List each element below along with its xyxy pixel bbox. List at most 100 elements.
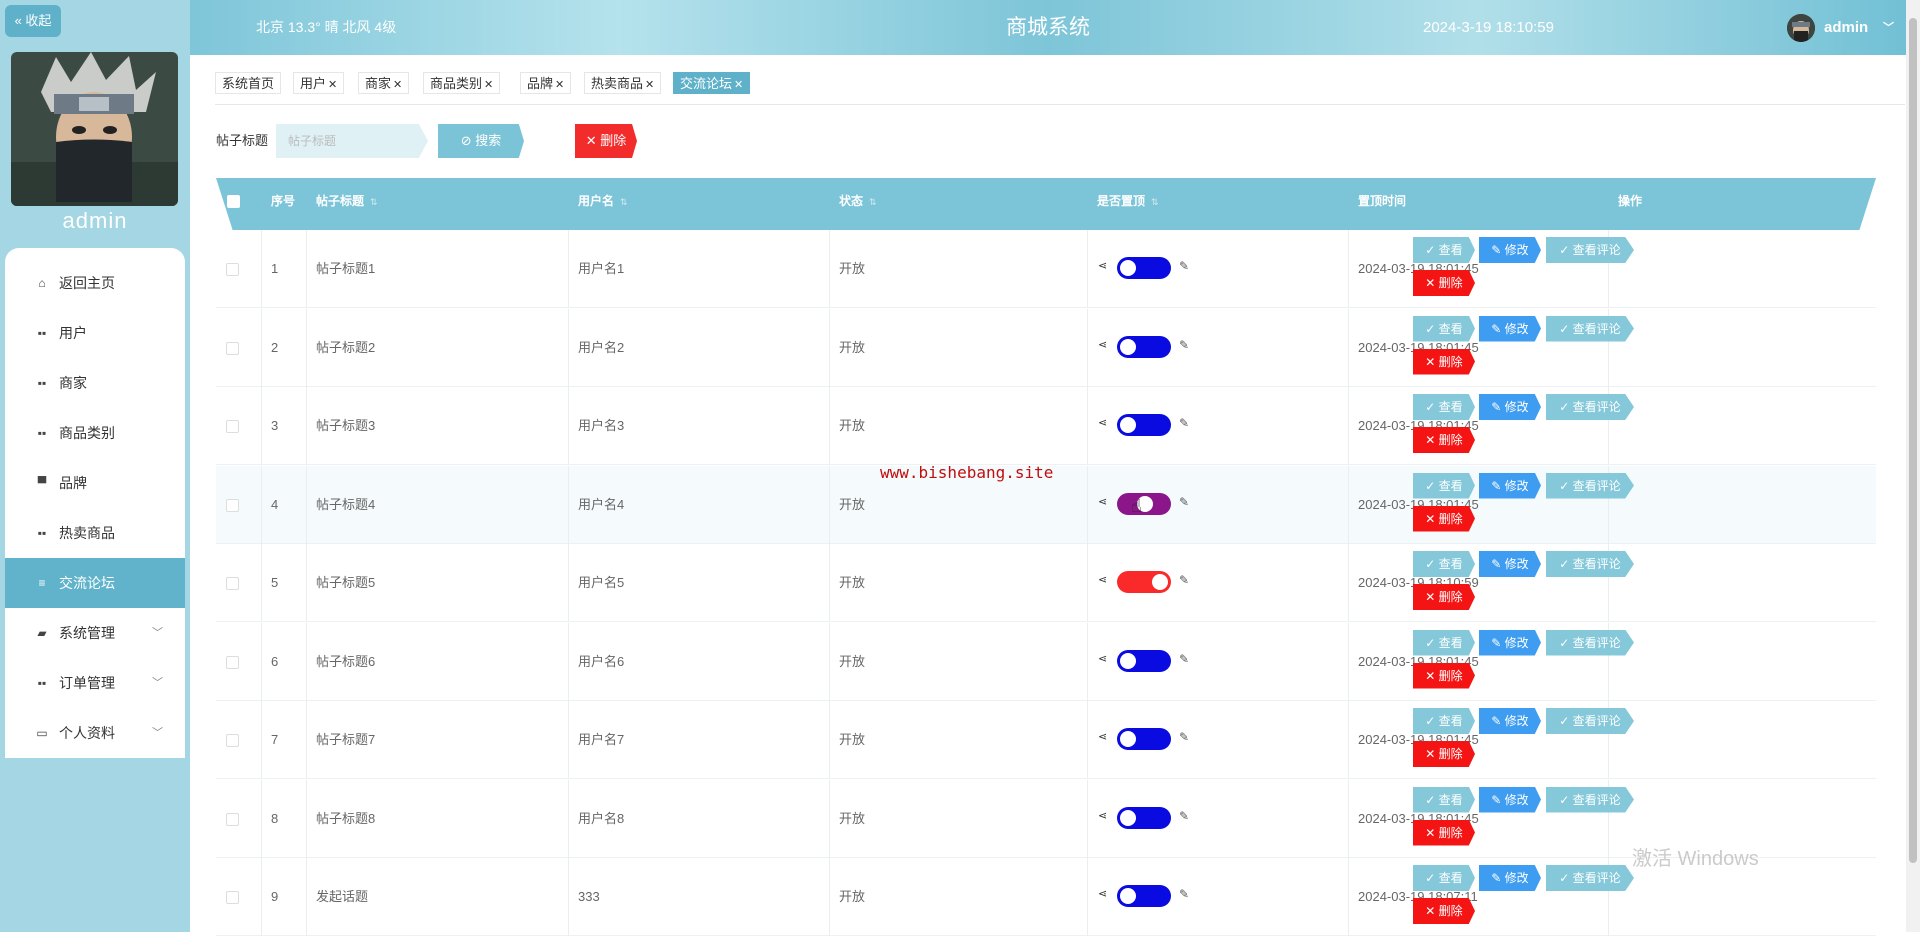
edit-pencil-icon[interactable]: ✎	[1179, 338, 1189, 352]
sidebar-item-brands[interactable]: ▀ 品牌	[5, 458, 185, 508]
batch-delete-button[interactable]: ✕ 删除	[575, 124, 637, 158]
tab-4[interactable]: 品牌 ✕	[520, 72, 572, 94]
edit-pencil-icon[interactable]: ✎	[1179, 809, 1189, 823]
page-scrollbar[interactable]	[1906, 0, 1920, 932]
view-comments-button[interactable]: ✓ 查看评论	[1546, 237, 1634, 263]
pin-toggle[interactable]	[1117, 335, 1171, 358]
row-checkbox[interactable]	[226, 734, 239, 747]
tab-0[interactable]: 系统首页	[215, 72, 282, 94]
row-checkbox[interactable]	[226, 341, 239, 355]
close-icon[interactable]: ✕	[393, 79, 402, 91]
collapse-sidebar-button[interactable]: « 收起	[5, 5, 61, 37]
view-button[interactable]: ✓ 查看	[1413, 629, 1475, 656]
view-comments-button[interactable]: ✓ 查看评论	[1546, 629, 1634, 656]
sidebar-item-system[interactable]: ▰ 系统管理 ﹀	[5, 608, 185, 658]
column-header[interactable]: 是否置顶 ⇅	[1097, 178, 1159, 230]
edit-pencil-icon[interactable]: ✎	[1179, 495, 1189, 509]
view-button[interactable]: ✓ 查看	[1413, 786, 1475, 813]
pin-toggle[interactable]	[1117, 257, 1171, 279]
close-icon[interactable]: ✕	[484, 79, 493, 91]
edit-pencil-icon[interactable]: ✎	[1179, 652, 1189, 666]
sidebar-item-orders[interactable]: ▪▪ 订单管理 ﹀	[5, 658, 185, 708]
view-comments-button[interactable]: ✓ 查看评论	[1546, 708, 1634, 734]
row-checkbox[interactable]	[226, 263, 239, 276]
row-checkbox[interactable]	[226, 498, 239, 512]
pin-toggle[interactable]	[1117, 649, 1171, 672]
close-icon[interactable]: ✕	[328, 79, 337, 91]
column-header[interactable]: 帖子标题 ⇅	[316, 178, 378, 230]
pin-toggle[interactable]	[1117, 571, 1171, 593]
view-comments-button[interactable]: ✓ 查看评论	[1546, 472, 1634, 499]
pin-toggle[interactable]	[1117, 414, 1171, 436]
row-checkbox[interactable]	[226, 655, 239, 669]
view-comments-button[interactable]: ✓ 查看评论	[1546, 786, 1634, 813]
search-button[interactable]: ⊘ 搜索	[438, 124, 524, 158]
close-icon[interactable]: ✕	[645, 79, 654, 91]
view-comments-button[interactable]: ✓ 查看评论	[1546, 551, 1634, 577]
view-button[interactable]: ✓ 查看	[1413, 472, 1475, 499]
sidebar-item-merchants[interactable]: ▪▪ 商家	[5, 358, 185, 408]
pin-toggle[interactable]	[1117, 885, 1171, 907]
delete-button[interactable]: ✕ 删除	[1413, 348, 1475, 375]
close-icon[interactable]: ✕	[734, 79, 743, 91]
edit-pencil-icon[interactable]: ✎	[1179, 573, 1189, 587]
edit-button[interactable]: ✎ 修改	[1479, 786, 1541, 813]
sort-icon[interactable]: ⇅	[869, 197, 877, 207]
pin-toggle[interactable]	[1117, 728, 1171, 750]
edit-pencil-icon[interactable]: ✎	[1179, 887, 1189, 901]
tab-3[interactable]: 商品类别 ✕	[423, 72, 501, 94]
edit-button[interactable]: ✎ 修改	[1479, 708, 1541, 734]
delete-button[interactable]: ✕ 删除	[1413, 819, 1475, 846]
delete-button[interactable]: ✕ 删除	[1413, 505, 1475, 532]
delete-button[interactable]: ✕ 删除	[1413, 662, 1475, 689]
sidebar-item-home[interactable]: ⌂ 返回主页	[5, 258, 185, 308]
view-comments-button[interactable]: ✓ 查看评论	[1546, 315, 1634, 342]
pin-toggle[interactable]	[1117, 806, 1171, 829]
delete-button[interactable]: ✕ 删除	[1413, 270, 1475, 296]
column-header[interactable]: 用户名 ⇅	[578, 178, 628, 230]
sort-icon[interactable]: ⇅	[1151, 197, 1159, 207]
delete-button[interactable]: ✕ 删除	[1413, 898, 1475, 924]
pin-toggle[interactable]	[1117, 492, 1171, 515]
edit-button[interactable]: ✎ 修改	[1479, 629, 1541, 656]
sidebar-item-categories[interactable]: ▪▪ 商品类别	[5, 408, 185, 458]
row-checkbox[interactable]	[226, 420, 239, 433]
edit-button[interactable]: ✎ 修改	[1479, 472, 1541, 499]
tab-5[interactable]: 热卖商品 ✕	[584, 72, 662, 94]
tab-6[interactable]: 交流论坛 ✕	[673, 72, 751, 94]
edit-pencil-icon[interactable]: ✎	[1179, 730, 1189, 744]
select-all-checkbox[interactable]	[227, 195, 240, 208]
view-comments-button[interactable]: ✓ 查看评论	[1546, 865, 1634, 891]
sort-icon[interactable]: ⇅	[620, 197, 628, 207]
search-input[interactable]	[276, 124, 428, 158]
view-button[interactable]: ✓ 查看	[1413, 865, 1475, 891]
view-button[interactable]: ✓ 查看	[1413, 394, 1475, 420]
delete-button[interactable]: ✕ 删除	[1413, 427, 1475, 453]
row-checkbox[interactable]	[226, 891, 239, 904]
scrollbar-thumb[interactable]	[1909, 18, 1917, 863]
edit-button[interactable]: ✎ 修改	[1479, 551, 1541, 577]
row-checkbox[interactable]	[226, 577, 239, 590]
view-button[interactable]: ✓ 查看	[1413, 551, 1475, 577]
column-header[interactable]: 状态 ⇅	[839, 178, 877, 230]
edit-button[interactable]: ✎ 修改	[1479, 315, 1541, 342]
view-button[interactable]: ✓ 查看	[1413, 315, 1475, 342]
sidebar-item-users[interactable]: ▪▪ 用户	[5, 308, 185, 358]
sidebar-item-hot-products[interactable]: ▪▪ 热卖商品	[5, 508, 185, 558]
view-button[interactable]: ✓ 查看	[1413, 237, 1475, 263]
sort-icon[interactable]: ⇅	[370, 197, 378, 207]
edit-button[interactable]: ✎ 修改	[1479, 865, 1541, 891]
edit-pencil-icon[interactable]: ✎	[1179, 259, 1189, 273]
row-checkbox[interactable]	[226, 812, 239, 826]
tab-2[interactable]: 商家 ✕	[358, 72, 410, 94]
view-button[interactable]: ✓ 查看	[1413, 708, 1475, 734]
tab-1[interactable]: 用户 ✕	[293, 72, 345, 94]
delete-button[interactable]: ✕ 删除	[1413, 584, 1475, 610]
close-icon[interactable]: ✕	[555, 79, 564, 91]
delete-button[interactable]: ✕ 删除	[1413, 741, 1475, 767]
view-comments-button[interactable]: ✓ 查看评论	[1546, 394, 1634, 420]
edit-pencil-icon[interactable]: ✎	[1179, 416, 1189, 430]
edit-button[interactable]: ✎ 修改	[1479, 237, 1541, 263]
edit-button[interactable]: ✎ 修改	[1479, 394, 1541, 420]
sidebar-item-profile[interactable]: ▭ 个人资料 ﹀	[5, 708, 185, 758]
